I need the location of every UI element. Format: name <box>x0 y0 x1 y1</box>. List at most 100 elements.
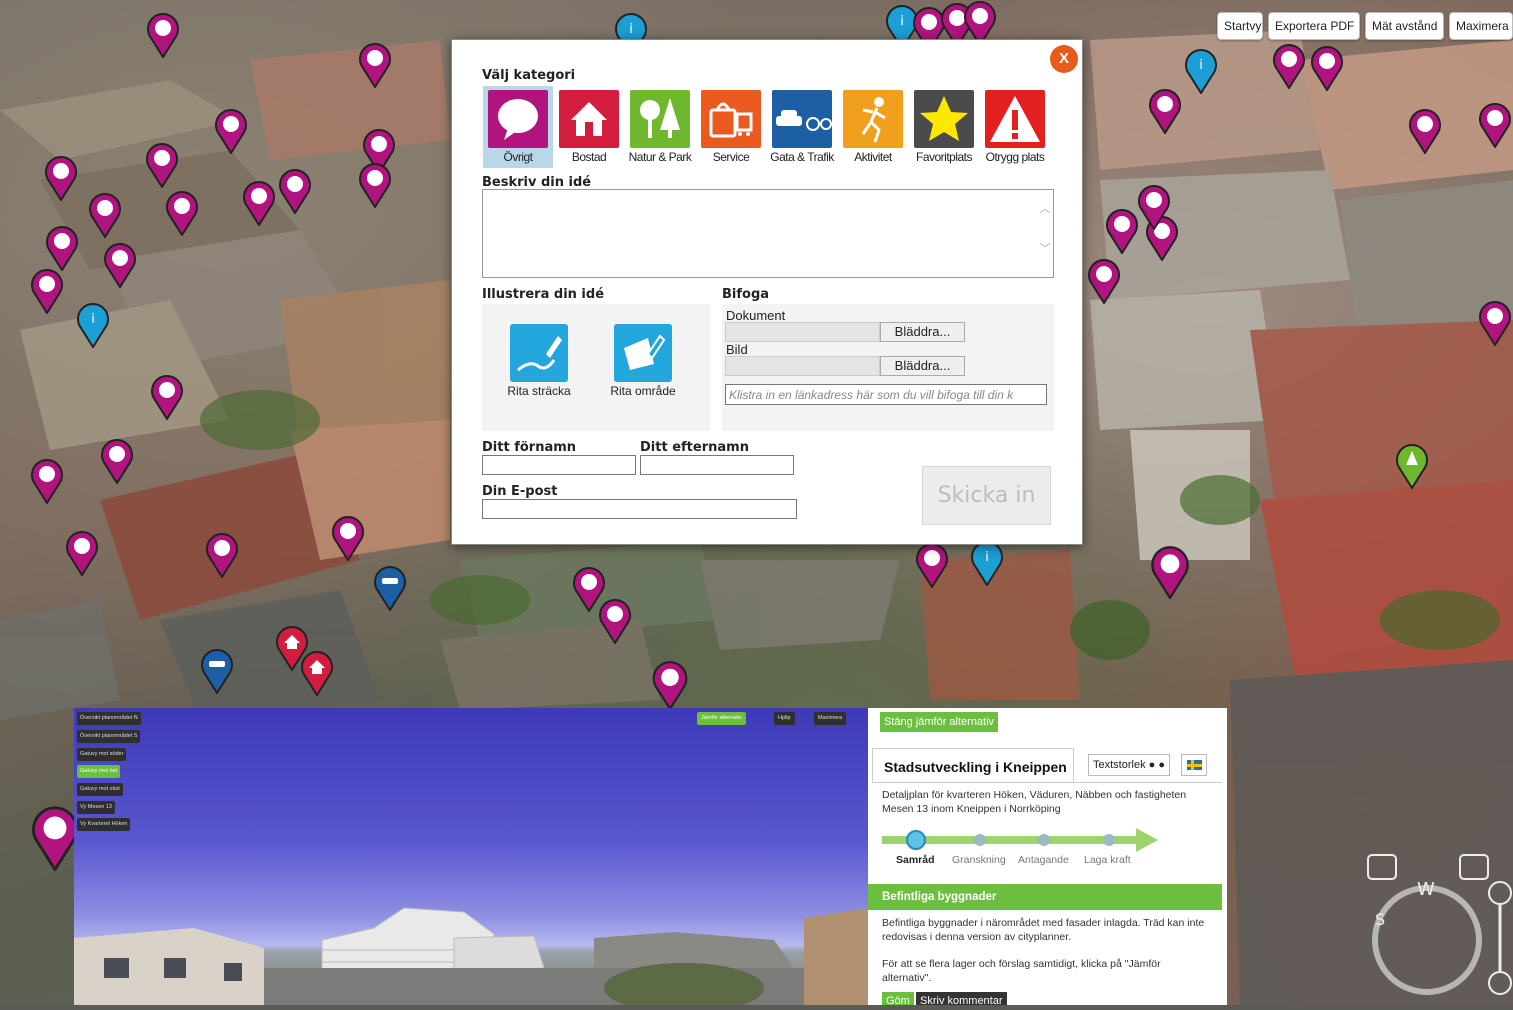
map-pin-idea[interactable] <box>165 190 199 236</box>
textarea-scrollbar[interactable]: ︿ ﹀ <box>1039 200 1051 270</box>
view-button[interactable]: Översikt planområdet N <box>77 712 141 725</box>
close-button[interactable]: X <box>1050 45 1078 73</box>
map-pin-housing[interactable] <box>300 650 334 696</box>
map-pin-idea[interactable] <box>150 374 184 420</box>
close-compare-button[interactable]: Stäng jämför alternativ <box>880 712 999 732</box>
map-pin-idea[interactable] <box>1478 300 1512 346</box>
star-icon <box>914 90 974 148</box>
map-pin-info[interactable]: i <box>970 540 1004 586</box>
map-pin-idea[interactable] <box>331 515 365 561</box>
document-label: Dokument <box>726 308 786 323</box>
draw-area-button[interactable]: Rita område <box>598 324 688 398</box>
language-button[interactable] <box>1181 754 1207 776</box>
text-size-label: Textstorlek <box>1093 759 1146 771</box>
map-pin-idea[interactable] <box>1105 208 1139 254</box>
map-pin-idea[interactable] <box>358 42 392 88</box>
warning-icon <box>985 90 1045 148</box>
map-pin-idea[interactable] <box>278 168 312 214</box>
view-button[interactable]: Översikt planområdet S <box>77 730 141 743</box>
category-aktivitet[interactable]: Aktivitet <box>838 86 908 168</box>
map-pin-idea[interactable] <box>358 162 392 208</box>
map-pin-idea[interactable] <box>915 542 949 588</box>
map-pin-idea[interactable] <box>1310 45 1344 91</box>
map-pin-idea[interactable] <box>1137 184 1171 230</box>
category-otrygg-plats[interactable]: Otrygg plats <box>980 86 1050 168</box>
category-label: Bostad <box>571 150 607 164</box>
firstname-input[interactable] <box>482 455 636 475</box>
image-file-input[interactable]: Bläddra... <box>725 356 965 376</box>
category-label: Aktivitet <box>854 150 892 164</box>
street-3d-view[interactable]: Översikt planområdet N Översikt planområ… <box>74 708 868 1005</box>
link-input[interactable] <box>725 384 1047 405</box>
map-pin-traffic[interactable] <box>200 648 234 694</box>
map-pin-nature[interactable] <box>1395 443 1429 489</box>
map-pin-idea[interactable] <box>214 108 248 154</box>
map-pin-idea[interactable] <box>146 12 180 58</box>
map-pin-idea[interactable] <box>30 268 64 314</box>
email-input[interactable] <box>482 499 797 519</box>
document-browse-button[interactable]: Bläddra... <box>880 322 965 342</box>
measure-distance-button[interactable]: Mät avstånd <box>1365 12 1444 40</box>
map-pin-idea[interactable] <box>1148 88 1182 134</box>
compare-alternatives-button[interactable]: Jämför alternativ <box>697 712 746 725</box>
category-bostad[interactable]: Bostad <box>554 86 624 168</box>
hide-button[interactable]: Göm <box>882 992 914 1007</box>
text-size-control[interactable]: Textstorlek ● ● <box>1088 754 1170 776</box>
view-button-active[interactable]: Gatuvy mot öst <box>77 765 120 778</box>
category-label: Otrygg plats <box>985 150 1045 164</box>
category-gata-trafik[interactable]: Gata & Trafik <box>767 86 837 168</box>
maximize-button[interactable]: Maximera <box>1449 12 1513 40</box>
map-pin-idea[interactable] <box>598 598 632 644</box>
idea-description-textarea[interactable]: ︿ ﹀ <box>482 189 1054 278</box>
map-pin-idea[interactable] <box>145 142 179 188</box>
map-pin-idea[interactable] <box>65 530 99 576</box>
view-button[interactable]: Vy Mesen 13 <box>77 801 115 814</box>
category-ovrigt[interactable]: Övrigt <box>483 86 553 168</box>
map-pin-idea[interactable] <box>30 458 64 504</box>
draw-line-button[interactable]: Rita sträcka <box>494 324 584 398</box>
view-button[interactable]: Gatuvy mot väst <box>77 783 123 796</box>
export-pdf-button[interactable]: Exportera PDF <box>1268 12 1360 40</box>
write-comment-button[interactable]: Skriv kommentar <box>916 992 1007 1007</box>
section-header[interactable]: Befintliga byggnader <box>868 884 1222 910</box>
navigation-compass[interactable]: W S <box>1365 845 1513 1005</box>
map-pin-idea[interactable] <box>103 242 137 288</box>
image-browse-button[interactable]: Bläddra... <box>880 356 965 376</box>
map-pin-idea[interactable] <box>30 805 80 871</box>
map-pin-info[interactable]: i <box>76 302 110 348</box>
help-button[interactable]: Hjälp <box>774 712 795 725</box>
category-natur-park[interactable]: Natur & Park <box>625 86 695 168</box>
view-button[interactable]: Vy Kvarteret Höken <box>77 818 131 831</box>
map-pin-info[interactable]: i <box>1184 48 1218 94</box>
category-service[interactable]: Service <box>696 86 766 168</box>
submit-button[interactable]: Skicka in <box>922 466 1051 525</box>
map-pin-idea[interactable] <box>1150 545 1190 599</box>
map-pin-idea[interactable] <box>100 438 134 484</box>
map-pin-idea[interactable] <box>44 155 78 201</box>
map-pin-idea[interactable] <box>1478 102 1512 148</box>
category-label: Övrigt <box>503 150 533 164</box>
map-pin-idea[interactable] <box>88 192 122 238</box>
image-label: Bild <box>726 342 748 357</box>
maximize-mini-button[interactable]: Maximera <box>814 712 847 725</box>
map-pin-idea[interactable] <box>645 660 695 710</box>
section-text: Befintliga byggnader i närområdet med fa… <box>882 917 1205 943</box>
map-pin-idea[interactable] <box>205 532 239 578</box>
category-label: Favoritplats <box>915 150 973 164</box>
document-file-path[interactable] <box>725 322 880 342</box>
step-antagande: Antagande <box>1018 854 1069 866</box>
category-favoritplats[interactable]: Favoritplats <box>909 86 979 168</box>
map-pin-idea[interactable] <box>1272 43 1306 89</box>
map-pin-traffic[interactable] <box>373 565 407 611</box>
map-pin-idea[interactable] <box>242 180 276 226</box>
lastname-input[interactable] <box>640 455 794 475</box>
document-file-input[interactable]: Bläddra... <box>725 322 965 342</box>
map-pin-idea[interactable] <box>1087 258 1121 304</box>
image-file-path[interactable] <box>725 356 880 376</box>
view-button[interactable]: Gatuvy mot söder <box>77 748 127 761</box>
map-pin-idea[interactable] <box>1408 108 1442 154</box>
map-pin-idea[interactable] <box>45 225 79 271</box>
step-samrad: Samråd <box>896 854 935 866</box>
startvy-button[interactable]: Startvy <box>1217 12 1263 40</box>
category-label: Service <box>712 150 750 164</box>
